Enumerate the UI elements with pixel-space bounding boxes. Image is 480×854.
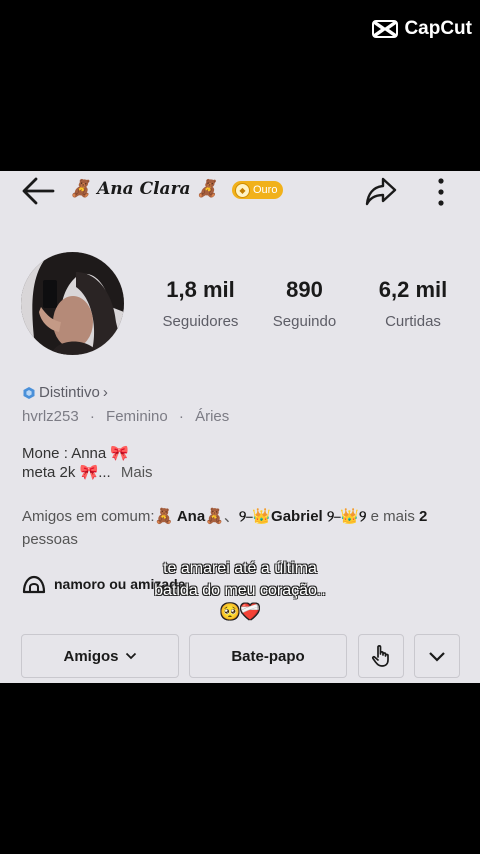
chevron-down-icon [429, 651, 445, 662]
bio-line-2-wrap: meta 2k 🎀... Mais [22, 463, 153, 482]
profile-stats: 1,8 mil Seguidores 890 Seguindo 6,2 mil … [150, 277, 470, 330]
mutual-separator: 、 [223, 508, 239, 525]
mutual-count: 2 [419, 508, 428, 525]
profile-screen: 🧸 Ana Clara 🧸 ◆ Ouro 1,8 mil Seguidores [0, 171, 480, 683]
expand-button[interactable] [414, 634, 460, 678]
gender: Feminino [106, 408, 168, 425]
profile-title: 🧸 Ana Clara 🧸 [70, 179, 218, 199]
chevron-right-icon: › [102, 384, 108, 401]
following-label: Seguindo [272, 313, 337, 330]
poke-hand-icon [371, 645, 389, 667]
ouro-badge-label: Ouro [253, 184, 278, 196]
separator: · [178, 408, 184, 425]
stat-seguidores[interactable]: 1,8 mil Seguidores [150, 277, 251, 330]
caption-line-1: te amarei até a última [163, 560, 317, 577]
friends-button[interactable]: Amigos [21, 634, 179, 678]
back-arrow-icon[interactable] [20, 176, 56, 206]
following-count: 890 [286, 277, 323, 302]
top-bar: 🧸 Ana Clara 🧸 ◆ Ouro [0, 171, 480, 213]
stat-curtidas[interactable]: 6,2 mil Curtidas [358, 277, 468, 330]
distintivo-link[interactable]: Distintivo › [22, 384, 108, 401]
stat-seguindo[interactable]: 890 Seguindo [251, 277, 358, 330]
mutual-friend-1: 🧸 Ana🧸 [154, 508, 224, 525]
caption-line-3: 🥺❤️‍🩹 [220, 604, 260, 621]
separator: · [89, 408, 95, 425]
profile-actions: Amigos Bate-papo [21, 634, 460, 680]
capcut-watermark: CapCut [372, 18, 472, 40]
chat-button[interactable]: Bate-papo [189, 634, 347, 678]
followers-label: Seguidores [162, 313, 239, 330]
distintivo-label: Distintivo [39, 384, 100, 401]
mutual-line-2: pessoas [22, 531, 78, 548]
bio-line-2: meta 2k 🎀... [22, 464, 111, 481]
more-options-icon[interactable] [434, 175, 448, 209]
followers-count: 1,8 mil [166, 277, 235, 302]
bio-line-1: Mone : Anna 🎀 [22, 445, 130, 462]
chevron-down-icon [125, 652, 136, 660]
capcut-label: CapCut [404, 18, 472, 39]
mutual-suffix: e mais [370, 508, 415, 525]
ouro-badge[interactable]: ◆ Ouro [232, 181, 284, 199]
likes-count: 6,2 mil [378, 277, 448, 302]
mutual-friend-2: ୨⎯👑Gabriel ୨⎯👑୨ [238, 508, 367, 525]
video-caption: te amarei até a última batida do meu cor… [110, 558, 370, 624]
capcut-logo-icon [372, 20, 399, 38]
profile-info: hvrlz253 · Feminino · Áries [22, 408, 229, 425]
likes-label: Curtidas [385, 313, 441, 330]
bio: Mone : Anna 🎀 meta 2k 🎀... Mais [22, 444, 153, 482]
bio-more-link[interactable]: Mais [121, 464, 153, 481]
mutual-friends-prefix: Amigos em comum: [22, 508, 155, 525]
avatar[interactable] [21, 252, 124, 355]
share-icon[interactable] [364, 175, 398, 207]
poke-button[interactable] [358, 634, 404, 678]
distintivo-icon [23, 386, 35, 399]
mutual-friends[interactable]: Amigos em comum:🧸 Ana🧸、୨⎯👑Gabriel ୨⎯👑୨ e… [22, 505, 467, 551]
friends-button-label: Amigos [63, 647, 119, 665]
chat-button-label: Bate-papo [231, 647, 305, 665]
caption-line-2: batida do meu coração.. [154, 582, 326, 599]
zodiac-sign: Áries [195, 408, 230, 425]
igloo-icon [22, 575, 46, 594]
username: hvrlz253 [22, 408, 79, 425]
ouro-level-icon: ◆ [235, 182, 250, 198]
avatar-photo [21, 252, 124, 355]
